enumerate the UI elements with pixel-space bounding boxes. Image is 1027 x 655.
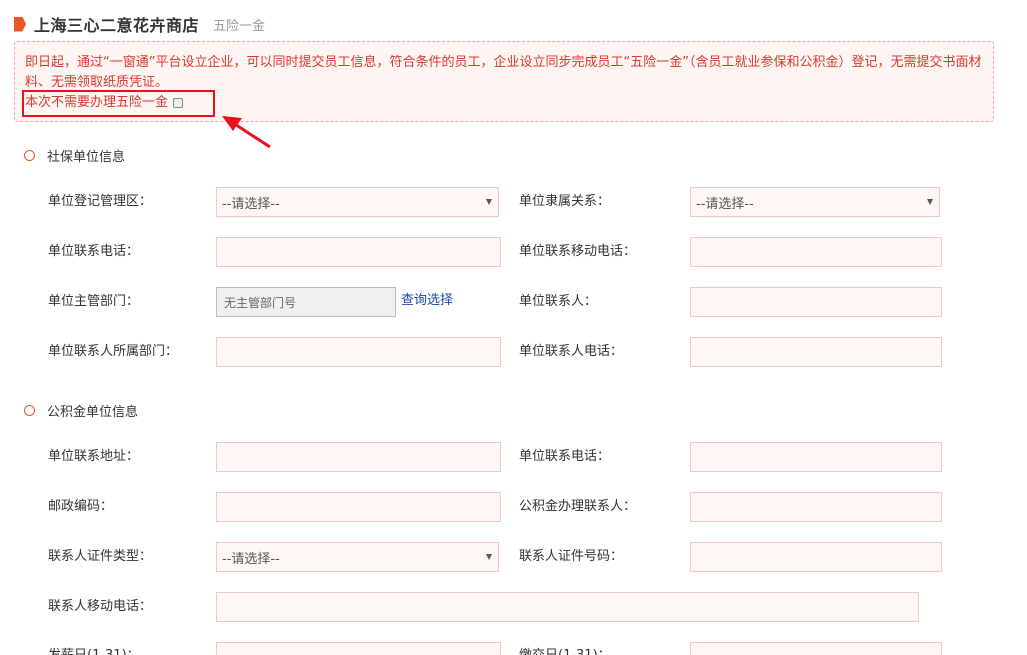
pointer-arrow-icon — [222, 116, 271, 149]
payday-input[interactable] — [216, 642, 501, 655]
unit-contact-input[interactable] — [690, 287, 942, 317]
notice-text: 即日起，通过“一窗通”平台设立企业，可以同时提交员工信息，符合条件的员工，企业设… — [25, 55, 982, 90]
page-title: 上海三心二意花卉商店 — [34, 16, 200, 35]
unit-mobile-input[interactable] — [690, 237, 942, 267]
page-header: 上海三心二意花卉商店 五险一金 — [14, 12, 265, 36]
page-subtitle: 五险一金 — [213, 18, 266, 34]
section-title: 社保单位信息 — [47, 150, 126, 165]
id-type-value: --请选择-- — [222, 551, 280, 567]
fund-handler-label: 公积金办理联系人： — [519, 499, 637, 514]
deposit-day-input[interactable] — [690, 642, 942, 655]
deposit-day-label: 缴交日(1-31)： — [519, 641, 611, 655]
fund-address-input[interactable] — [216, 442, 501, 472]
affiliation-select[interactable]: --请选择-- — [690, 187, 940, 217]
reg-district-value: --请选择-- — [222, 196, 280, 212]
circle-bullet-icon — [24, 405, 35, 416]
section-social-insurance: 社保单位信息 — [24, 146, 125, 165]
highlight-box — [22, 90, 215, 117]
reg-district-label: 单位登记管理区： — [48, 194, 153, 209]
zip-label: 邮政编码： — [48, 499, 114, 514]
fund-handler-input[interactable] — [690, 492, 942, 522]
fund-phone-input[interactable] — [690, 442, 942, 472]
unit-phone-label: 单位联系电话： — [48, 244, 140, 259]
id-number-input[interactable] — [690, 542, 942, 572]
unit-contact-label: 单位联系人： — [519, 294, 598, 309]
contact-dept-input[interactable] — [216, 337, 501, 367]
fund-phone-label: 单位联系电话： — [519, 449, 611, 464]
chevron-down-icon — [486, 554, 492, 560]
supervising-dept-input: 无主管部门号 — [216, 287, 396, 317]
unit-mobile-label: 单位联系移动电话： — [519, 244, 637, 259]
id-type-label: 联系人证件类型： — [48, 549, 153, 564]
contact-mobile-input[interactable] — [216, 592, 919, 622]
affiliation-label: 单位隶属关系： — [519, 194, 611, 209]
contact-phone-label: 单位联系人电话： — [519, 344, 624, 359]
contact-mobile-label: 联系人移动电话： — [48, 599, 153, 614]
fund-address-label: 单位联系地址： — [48, 449, 140, 464]
affiliation-value: --请选择-- — [696, 196, 754, 212]
supervising-dept-label: 单位主管部门： — [48, 294, 140, 309]
id-number-label: 联系人证件号码： — [519, 549, 624, 564]
query-select-link[interactable]: 查询选择 — [401, 286, 453, 316]
id-type-select[interactable]: --请选择-- — [216, 542, 499, 572]
supervising-dept-value: 无主管部门号 — [224, 295, 297, 310]
section-housing-fund: 公积金单位信息 — [24, 401, 138, 420]
unit-phone-input[interactable] — [216, 237, 501, 267]
zip-input[interactable] — [216, 492, 501, 522]
contact-phone-input[interactable] — [690, 337, 942, 367]
chevron-down-icon — [486, 199, 492, 205]
reg-district-select[interactable]: --请选择-- — [216, 187, 499, 217]
section-title: 公积金单位信息 — [47, 405, 139, 420]
contact-dept-label: 单位联系人所属部门： — [48, 344, 179, 359]
page: 上海三心二意花卉商店 五险一金 即日起，通过“一窗通”平台设立企业，可以同时提交… — [0, 0, 1027, 655]
chevron-down-icon — [927, 199, 933, 205]
circle-bullet-icon — [24, 150, 35, 161]
payday-label: 发薪日(1-31)： — [48, 641, 140, 655]
flag-icon — [14, 16, 26, 32]
